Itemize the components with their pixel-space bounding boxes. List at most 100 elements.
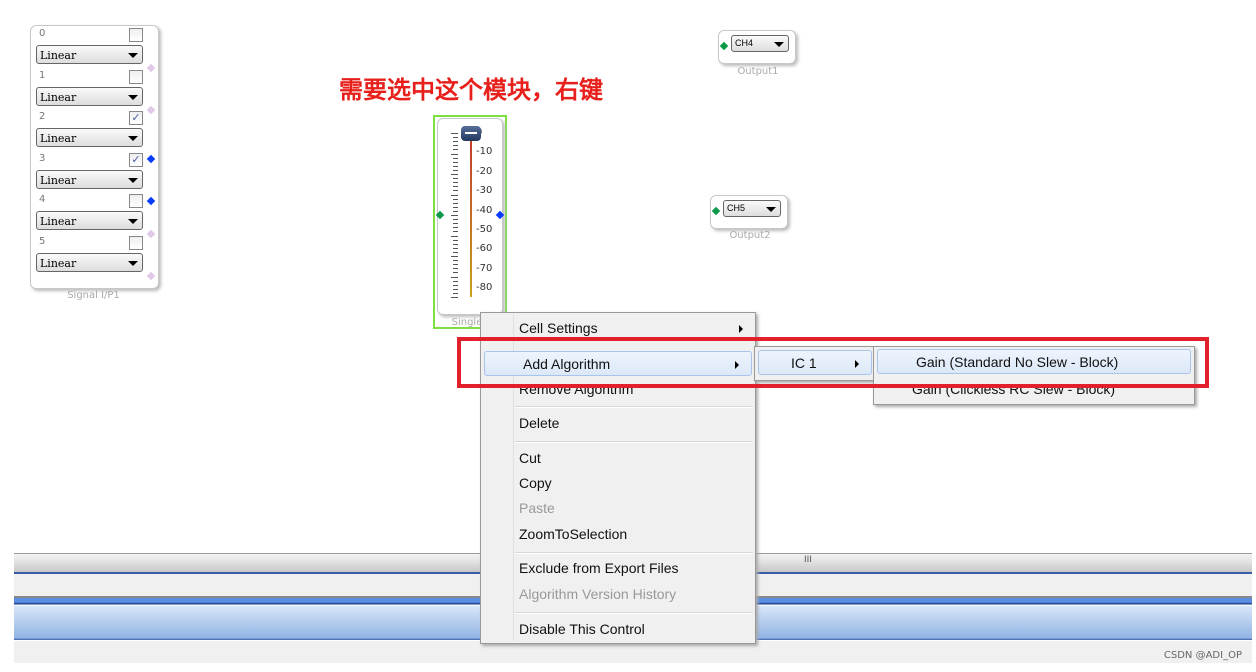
channel-index: 5 bbox=[39, 236, 46, 247]
scale-tick bbox=[453, 272, 458, 274]
scale-tick bbox=[451, 174, 458, 175]
scale-tick bbox=[453, 239, 458, 241]
channel-checkbox[interactable]: ✓ bbox=[129, 111, 143, 126]
menu-item-delete[interactable]: Delete bbox=[481, 411, 755, 436]
output2-block[interactable]: CH5 bbox=[710, 195, 788, 229]
channel-index: 2 bbox=[39, 111, 46, 123]
menu-item-paste[interactable]: Paste bbox=[481, 496, 755, 521]
scale-tick bbox=[451, 256, 458, 257]
channel-index: 1 bbox=[39, 69, 46, 81]
signal-block-label: Signal I/P1 bbox=[67, 290, 120, 301]
channel-mode-select[interactable]: Linear bbox=[36, 211, 143, 231]
channel-checkbox[interactable] bbox=[129, 194, 143, 209]
scale-tick bbox=[453, 260, 458, 262]
scale-tick bbox=[453, 231, 458, 233]
scale-tick bbox=[453, 198, 458, 200]
channel-mode-select[interactable]: Linear bbox=[36, 128, 143, 148]
scroll-grip[interactable]: III bbox=[804, 555, 812, 565]
scale-tick bbox=[453, 137, 458, 139]
scale-label: -60 bbox=[476, 243, 493, 255]
scale-tick bbox=[453, 165, 458, 167]
slider-thumb[interactable] bbox=[461, 126, 481, 141]
scale-tick bbox=[453, 157, 458, 159]
menu-item-disable-this-control[interactable]: Disable This Control bbox=[481, 617, 755, 642]
channel-checkbox[interactable] bbox=[129, 28, 143, 42]
scale-tick bbox=[451, 194, 458, 196]
menu-separator bbox=[515, 612, 753, 614]
chevron-down-icon bbox=[774, 42, 784, 47]
scale-label: -40 bbox=[476, 204, 493, 216]
channel-checkbox[interactable] bbox=[129, 69, 143, 84]
output2-label: Output2 bbox=[729, 230, 771, 241]
chevron-down-icon bbox=[128, 177, 138, 183]
channel-mode-select[interactable]: Linear bbox=[36, 86, 143, 106]
channel-index: 3 bbox=[39, 152, 46, 164]
chevron-down-icon bbox=[128, 94, 138, 100]
menu-separator bbox=[515, 441, 753, 443]
annotation-text: 需要选中这个模块，右键 bbox=[339, 76, 603, 104]
channel-mode-select[interactable]: Linear bbox=[36, 45, 143, 64]
scale-tick bbox=[453, 210, 458, 212]
output1-label: Output1 bbox=[737, 66, 779, 77]
scale-tick bbox=[453, 169, 458, 171]
menu-item-algorithm-version-history[interactable]: Algorithm Version History bbox=[481, 582, 755, 607]
watermark: CSDN @ADI_OP bbox=[1163, 650, 1242, 661]
scale-label: -50 bbox=[476, 224, 493, 235]
scale-label: -80 bbox=[476, 282, 493, 294]
scale-tick bbox=[451, 133, 458, 134]
scale-tick bbox=[453, 243, 458, 245]
scale-tick bbox=[453, 178, 458, 180]
scale-tick bbox=[453, 268, 458, 270]
channel-mode-select[interactable]: Linear bbox=[36, 253, 143, 272]
chevron-down-icon bbox=[128, 261, 138, 266]
footer-area bbox=[14, 641, 1252, 663]
scale-tick bbox=[453, 247, 458, 249]
channel-index: 0 bbox=[39, 28, 46, 39]
scale-tick bbox=[453, 280, 458, 282]
menu-item-copy[interactable]: Copy bbox=[481, 471, 755, 496]
scale-tick bbox=[453, 223, 458, 225]
scale-tick bbox=[453, 288, 458, 290]
scale-tick bbox=[453, 206, 458, 208]
scale-tick bbox=[453, 284, 458, 286]
slider-track[interactable] bbox=[470, 131, 472, 297]
scale-tick bbox=[453, 251, 458, 253]
scale-tick bbox=[453, 292, 458, 294]
scale-tick bbox=[451, 297, 458, 298]
scale-tick bbox=[453, 190, 458, 192]
highlight-box bbox=[457, 337, 1209, 388]
chevron-down-icon bbox=[766, 207, 776, 212]
output2-channel-select[interactable]: CH5 bbox=[723, 200, 781, 217]
scale-label: -70 bbox=[476, 262, 493, 274]
scale-tick bbox=[451, 235, 458, 237]
output1-channel-select[interactable]: CH4 bbox=[731, 35, 789, 52]
menu-item-zoomtoselection[interactable]: ZoomToSelection bbox=[481, 522, 755, 547]
output1-block[interactable]: CH4 bbox=[718, 30, 796, 64]
menu-item-exclude-from-export-files[interactable]: Exclude from Export Files bbox=[481, 556, 755, 581]
scale-tick bbox=[451, 276, 458, 278]
scale-label: -10 bbox=[476, 146, 493, 158]
scale-tick bbox=[451, 215, 458, 216]
scale-tick bbox=[453, 141, 458, 143]
chevron-down-icon bbox=[128, 53, 138, 58]
scale-tick bbox=[453, 227, 458, 229]
menu-separator bbox=[515, 552, 753, 554]
scale-tick bbox=[451, 153, 458, 155]
scale-tick bbox=[453, 145, 458, 147]
menu-item-cut[interactable]: Cut bbox=[481, 446, 755, 471]
chevron-right-icon bbox=[739, 325, 743, 333]
scale-label: -30 bbox=[476, 185, 493, 197]
scale-tick bbox=[453, 264, 458, 266]
channel-checkbox[interactable]: ✓ bbox=[129, 152, 143, 167]
scale-label: -20 bbox=[476, 165, 493, 177]
menu-separator bbox=[515, 406, 753, 408]
volume-slider-block[interactable]: 0-10-20-30-40-50-60-70-80 bbox=[437, 118, 503, 315]
channel-index: 4 bbox=[39, 194, 46, 206]
scale-tick bbox=[453, 202, 458, 204]
scale-tick bbox=[453, 149, 458, 151]
channel-mode-select[interactable]: Linear bbox=[36, 169, 143, 189]
scale-tick bbox=[453, 186, 458, 188]
scale-tick bbox=[453, 161, 458, 163]
signal-input-block[interactable]: 0 Linear 1 Linear 2 ✓ Linear 3 ✓ Linear 4 Li… bbox=[30, 25, 159, 289]
channel-checkbox[interactable] bbox=[129, 236, 143, 250]
